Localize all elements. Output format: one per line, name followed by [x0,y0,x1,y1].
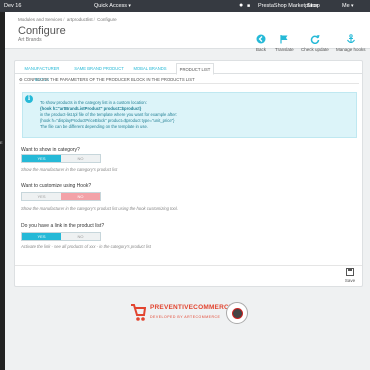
sidebar: E [0,12,5,370]
translate-button[interactable]: Translate [275,34,294,52]
switch-no-option[interactable]: NO [61,233,100,240]
save-icon [346,268,354,276]
back-icon [256,34,266,44]
brand-name[interactable]: Dev 16 [4,3,21,9]
refresh-icon [310,35,320,44]
tab-bar: MANUFACTURER BLOCK SAME BRAND PRODUCT MO… [15,61,362,82]
help-text: Activate the link - see all products of … [21,244,151,249]
tab-mobal-brands[interactable]: MOBAL BRANDS [132,63,168,74]
tab-same-brand-product[interactable]: SAME BRAND PRODUCT [73,63,125,74]
info-alert: i To show products in the category list … [22,92,357,138]
cogs-icon: ⚙ [19,77,23,82]
page-title: Configure [18,25,66,37]
switch-yes-option[interactable]: YES [22,155,61,162]
cart-logo-icon [131,304,146,321]
show-in-category-switch[interactable]: YES NO [21,154,101,163]
top-bar: Dev 16 Quick Access ● ■ PrestaShop Marke… [0,0,370,12]
manage-hooks-label: Manage hooks [336,47,366,52]
quick-access-menu[interactable]: Quick Access [94,3,131,9]
switch-no-option[interactable]: NO [61,193,100,200]
customize-hook-switch[interactable]: YES NO [21,192,101,201]
bell-icon[interactable]: ● [239,2,243,9]
manage-hooks-button[interactable]: Manage hooks [336,34,366,52]
breadcrumb-item: Configure [97,17,117,22]
info-line: The file can be different depending on t… [40,124,148,129]
save-button[interactable]: Save [342,267,358,285]
anchor-icon [346,34,355,44]
breadcrumb-item[interactable]: artproductlist [67,17,93,22]
page-header: Modules and Services/ artproductlist/ Co… [5,12,370,52]
divider [19,83,359,84]
seal-badge-icon [226,302,248,324]
back-label: Back [256,47,267,52]
page-subtitle: Art Brands [18,37,42,43]
question-label: Do you have a link in the product list? [21,223,105,229]
help-text: Show the manufacturer in the category's … [21,206,178,211]
logo-tagline: DEVELOPED BY ARTECOMMERCE [150,315,221,319]
back-button[interactable]: Back [256,34,266,52]
translate-label: Translate [275,47,294,52]
sidebar-edge-label[interactable]: E [0,140,3,145]
check-update-button[interactable]: Check update [301,34,329,52]
info-line: {hook h="artBrandListProduct" product=$p… [40,106,142,111]
section-title: ⚙ CONFIGURE THE PARAMETERS OF THE PRODUC… [19,77,195,82]
marketplace-icon[interactable]: ■ [247,3,250,9]
product-list-link-switch[interactable]: YES NO [21,232,101,241]
help-text: Show the manufacturer in the category's … [21,167,118,172]
question-label: Want to show in category? [21,147,80,153]
shop-link[interactable]: Shop [307,3,320,9]
info-line: in the product-list.tpl file of the temp… [40,112,178,117]
save-label: Save [344,278,356,283]
tab-product-list[interactable]: PRODUCT LIST [176,63,214,75]
divider [15,265,362,266]
tab-manufacturer-block[interactable]: MANUFACTURER BLOCK [18,63,66,82]
switch-yes-option[interactable]: YES [22,193,61,200]
breadcrumb: Modules and Services/ artproductlist/ Co… [18,17,117,22]
breadcrumb-item[interactable]: Modules and Services [18,17,62,22]
check-update-label: Check update [301,47,329,52]
question-label: Want to customize using Hook? [21,183,92,189]
info-line: {hook h="displayProductPriceBlock" produ… [40,118,175,123]
switch-yes-option[interactable]: YES [22,233,61,240]
user-menu[interactable]: Me [342,3,354,9]
flag-icon [280,35,288,44]
logo-name: PREVENTIVECOMMERCE [150,304,234,311]
switch-no-option[interactable]: NO [61,155,100,162]
info-icon: i [25,95,33,103]
info-line: To show products in the category list in… [40,100,147,105]
configuration-panel: MANUFACTURER BLOCK SAME BRAND PRODUCT MO… [14,60,363,287]
